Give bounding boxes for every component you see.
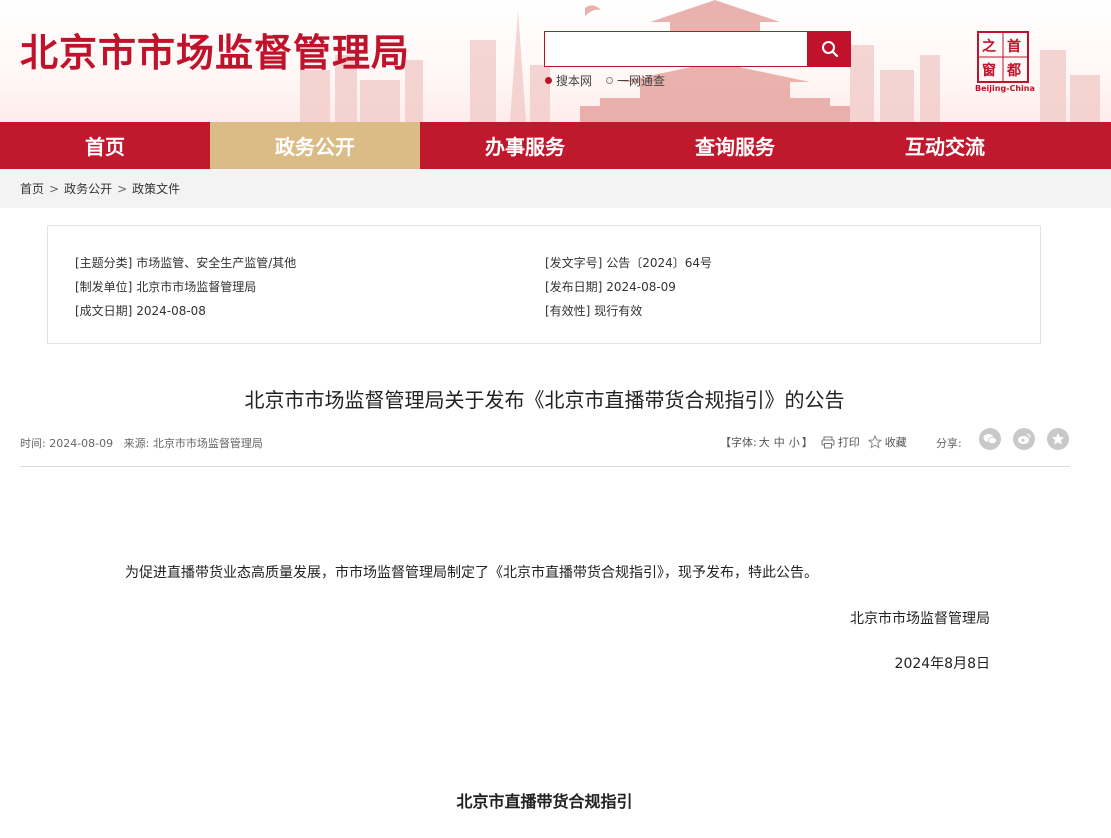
article-info: 时间: 2024-08-09 来源: 北京市市场监督管理局 — [20, 435, 263, 451]
radio-selected-icon — [545, 77, 552, 84]
site-title[interactable]: 北京市市场监督管理局 — [20, 22, 410, 77]
meta-created-date: [成文日期] 2024-08-08 — [75, 302, 206, 319]
site-header: 北京市市场监督管理局 搜本网 一网通查 之 首 窗 都 Beijing-Chin… — [0, 0, 1111, 122]
article-title: 北京市市场监督管理局关于发布《北京市直播带货合规指引》的公告 — [244, 388, 845, 412]
meta-value: 市场监管、安全生产监管/其他 — [136, 256, 297, 270]
meta-label: [有效性] — [545, 304, 591, 318]
main-nav: 首页 政务公开 办事服务 查询服务 互动交流 — [0, 122, 1111, 169]
seal-char: 之 — [982, 39, 996, 55]
weibo-icon — [1018, 433, 1031, 444]
meta-label: [主题分类] — [75, 256, 133, 270]
source-value: 北京市市场监督管理局 — [152, 437, 263, 450]
font-size-large[interactable]: 大 — [759, 434, 770, 450]
source-label: 来源: — [123, 437, 150, 450]
time-label: 时间: — [20, 437, 46, 450]
share-label: 分享: — [936, 437, 962, 450]
seal-char: 都 — [1007, 63, 1021, 79]
breadcrumb-link-gov-affairs[interactable]: 政务公开 — [64, 180, 112, 197]
meta-value: 2024-08-08 — [136, 304, 206, 318]
favorite-button[interactable]: 收藏 — [867, 434, 907, 450]
meta-label: [发文字号] — [545, 256, 603, 270]
seal-caption: Beijing-China — [975, 84, 1035, 93]
font-size-label: 【字体: — [720, 436, 757, 449]
article-paragraph: 为促进直播带货业态高质量发展，市市场监督管理局制定了《北京市直播带货合规指引》，… — [125, 565, 818, 581]
share-qzone-button[interactable] — [1047, 428, 1069, 450]
breadcrumb: 首页 > 政务公开 > 政策文件 — [0, 169, 1111, 208]
article-tools: 【字体: 大 中 小 】 打印 收藏 — [720, 434, 907, 450]
capital-window-logo[interactable]: 之 首 窗 都 Beijing-China — [975, 30, 1037, 96]
time-value: 2024-08-09 — [49, 437, 114, 450]
search-scope-options: 搜本网 一网通查 — [545, 72, 665, 89]
breadcrumb-separator: > — [49, 181, 60, 196]
meta-label: [成文日期] — [75, 304, 133, 318]
search-input[interactable] — [545, 32, 807, 66]
breadcrumb-separator: > — [117, 181, 128, 196]
meta-label: [发布日期] — [545, 280, 603, 294]
search-scope-site[interactable]: 搜本网 — [545, 72, 592, 89]
nav-item-interaction[interactable]: 互动交流 — [840, 122, 1050, 169]
qzone-star-icon — [1052, 433, 1064, 445]
search-scope-yiwang[interactable]: 一网通查 — [606, 72, 665, 89]
attachment-heading: 北京市直播带货合规指引 — [456, 792, 633, 811]
meta-issuer: [制发单位] 北京市市场监督管理局 — [75, 278, 256, 295]
meta-publish-date: [发布日期] 2024-08-09 — [545, 278, 676, 295]
search-icon — [821, 41, 838, 58]
wechat-icon — [983, 434, 997, 445]
share-weibo-button[interactable] — [1013, 428, 1035, 450]
meta-value: 2024-08-09 — [606, 280, 676, 294]
font-size-bracket: 】 — [801, 436, 813, 449]
meta-value: 现行有效 — [594, 304, 643, 318]
nav-item-query[interactable]: 查询服务 — [630, 122, 840, 169]
font-size-small[interactable]: 小 — [789, 434, 800, 450]
content-divider — [20, 466, 1070, 467]
meta-value: 公告〔2024〕64号 — [606, 256, 713, 270]
article-signature: 北京市市场监督管理局 — [850, 611, 990, 627]
document-meta-box: [主题分类] 市场监管、安全生产监管/其他 [发文字号] 公告〔2024〕64号… — [47, 225, 1041, 344]
meta-label: [制发单位] — [75, 280, 133, 294]
radio-unselected-icon — [606, 77, 614, 84]
nav-item-services[interactable]: 办事服务 — [420, 122, 630, 169]
meta-value: 北京市市场监督管理局 — [136, 280, 257, 294]
breadcrumb-link-home[interactable]: 首页 — [20, 180, 44, 197]
seal-char: 窗 — [982, 63, 996, 79]
search-box[interactable] — [544, 31, 808, 67]
star-icon — [867, 435, 882, 449]
meta-doc-number: [发文字号] 公告〔2024〕64号 — [545, 254, 712, 271]
font-size-medium[interactable]: 中 — [774, 434, 785, 450]
breadcrumb-link-policy-docs[interactable]: 政策文件 — [132, 180, 180, 197]
nav-item-home[interactable]: 首页 — [0, 122, 210, 169]
search-button[interactable] — [808, 31, 851, 67]
nav-item-gov-affairs[interactable]: 政务公开 — [210, 122, 420, 169]
printer-icon — [821, 436, 835, 448]
article-date: 2024年8月8日 — [894, 656, 990, 672]
print-label: 打印 — [837, 436, 860, 449]
favorite-label: 收藏 — [884, 436, 907, 449]
meta-validity: [有效性] 现行有效 — [545, 302, 642, 319]
meta-topic: [主题分类] 市场监管、安全生产监管/其他 — [75, 254, 296, 271]
share-wechat-button[interactable] — [979, 428, 1001, 450]
print-button[interactable]: 打印 — [821, 434, 860, 450]
seal-char: 首 — [1007, 39, 1021, 55]
